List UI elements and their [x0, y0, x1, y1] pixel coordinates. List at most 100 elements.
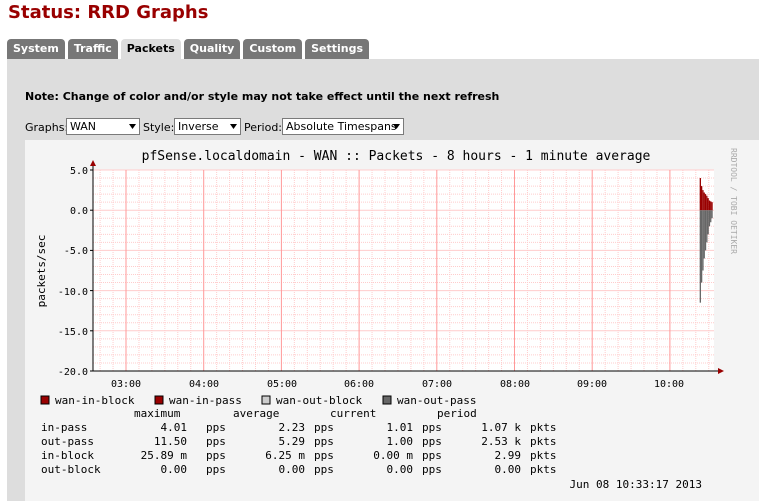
tab-traffic[interactable]: Traffic [67, 39, 118, 59]
in-pass-bar [702, 190, 704, 211]
stats-cell: pkts [530, 463, 557, 476]
stats-cell: pkts [530, 435, 557, 448]
in-pass-bar [707, 198, 709, 211]
stats-header: period [437, 407, 477, 420]
out-pass-bar [699, 210, 701, 303]
y-axis-label: packets/sec [35, 235, 48, 308]
in-pass-bar [703, 192, 705, 211]
stats-cell: pps [206, 463, 226, 476]
stats-table: maximum average current period [134, 407, 477, 420]
legend-label: wan-in-pass [169, 394, 242, 407]
stats-cell: 1.01 [387, 421, 414, 434]
chevron-down-icon [393, 124, 400, 129]
out-pass-bar [711, 210, 713, 219]
in-pass-bar [706, 195, 708, 211]
rrd-graph: pfSense.localdomain - WAN :: Packets - 8… [25, 140, 759, 501]
y-tick-label: 0.0 [70, 206, 88, 217]
graphs-select[interactable]: WAN [66, 118, 140, 135]
chevron-down-icon [230, 124, 237, 129]
tab-settings[interactable]: Settings [305, 39, 370, 59]
refresh-note: Note: Change of color and/or style may n… [25, 90, 500, 103]
x-tick-labels: 03:00 04:00 05:00 06:00 07:00 08:00 09:0… [111, 379, 684, 390]
legend-label: wan-out-block [276, 394, 362, 407]
period-select[interactable]: Absolute Timespans [282, 118, 404, 135]
chevron-down-icon [129, 124, 136, 129]
stats-cell: 4.01 [161, 421, 188, 434]
y-tick-label: -10.0 [58, 287, 88, 298]
in-pass-bar [711, 202, 713, 211]
stats-cell: 11.50 [154, 435, 187, 448]
stats-cell: out-pass [41, 435, 94, 448]
stats-cell: 25.89 m [141, 449, 188, 462]
in-pass-bar [708, 200, 711, 211]
tab-packets[interactable]: Packets [120, 39, 181, 60]
legend-swatch [382, 395, 392, 405]
rrdtool-watermark: RRDTOOL / TOBI OETIKER [729, 148, 738, 254]
tab-system[interactable]: System [7, 39, 65, 59]
graph-title: pfSense.localdomain - WAN :: Packets - 8… [142, 149, 651, 164]
style-label: Style: [143, 121, 175, 134]
x-tick-label: 09:00 [577, 379, 607, 390]
stats-cell: 0.00 [279, 463, 306, 476]
x-tick-label: 10:00 [654, 379, 684, 390]
out-pass-bar [704, 210, 707, 251]
y-tick-label: -5.0 [64, 246, 88, 257]
stats-header: average [233, 407, 279, 420]
in-pass-bar [699, 178, 701, 211]
graphs-label: Graphs: [25, 121, 69, 134]
stats-cell: 0.00 [387, 463, 414, 476]
stats-cell: pkts [530, 421, 557, 434]
stats-cell: pps [206, 435, 226, 448]
stats-cell: 2.53 k [481, 435, 521, 448]
legend-swatch [261, 395, 271, 405]
stats-cell: in-pass [41, 421, 87, 434]
in-pass-bar [700, 186, 703, 211]
stats-cell: pps [422, 449, 442, 462]
out-pass-bar [707, 210, 709, 235]
stats-cell: pps [314, 435, 334, 448]
out-pass-bar [703, 210, 705, 259]
style-select-value: Inverse [178, 120, 219, 133]
stats-cell: pps [206, 449, 226, 462]
tab-bar: System Traffic Packets Quality Custom Se… [7, 39, 372, 60]
stats-cell: pps [422, 463, 442, 476]
tab-custom[interactable]: Custom [243, 39, 303, 59]
y-tick-label: 5.0 [70, 166, 88, 177]
x-tick-label: 08:00 [500, 379, 530, 390]
x-tick-label: 04:00 [189, 379, 219, 390]
graphs-select-value: WAN [70, 120, 97, 133]
stats-cell: 1.07 k [481, 421, 521, 434]
rrd-graph-svg: pfSense.localdomain - WAN :: Packets - 8… [35, 148, 738, 491]
style-select[interactable]: Inverse [174, 118, 241, 135]
stats-cell: 2.99 [495, 449, 522, 462]
stats-cell: 0.00 m [373, 449, 413, 462]
period-label: Period: [244, 121, 283, 134]
stats-header: current [330, 407, 376, 420]
out-pass-bar [710, 210, 712, 223]
stats-cell: 2.23 [279, 421, 306, 434]
out-pass-bar [702, 210, 704, 271]
stats-cell: pps [422, 421, 442, 434]
tab-quality[interactable]: Quality [183, 39, 241, 59]
x-tick-label: 06:00 [344, 379, 374, 390]
stats-cell: 5.29 [279, 435, 306, 448]
page-title: Status: RRD Graphs [8, 2, 209, 23]
legend-swatch [154, 395, 164, 405]
x-tick-label: 05:00 [267, 379, 297, 390]
stats-cell: out-block [41, 463, 101, 476]
stats-cell: pps [314, 449, 334, 462]
stats-rows: in-pass 4.01 pps 2.23 pps 1.01 pps 1.07 k pkts ou… [41, 421, 557, 476]
in-pass-bar [704, 194, 707, 211]
out-pass-bar [700, 210, 703, 283]
x-axis-arrow-icon [718, 368, 724, 374]
y-tick-label: -20.0 [58, 367, 88, 378]
stats-cell: 0.00 [495, 463, 522, 476]
stats-cell: 0.00 [161, 463, 188, 476]
stats-cell: pps [206, 421, 226, 434]
in-pass-bar [710, 201, 712, 211]
x-tick-label: 07:00 [422, 379, 452, 390]
legend-label: wan-in-block [55, 394, 135, 407]
plot-area [93, 170, 714, 371]
legend-swatch [40, 395, 50, 405]
stats-cell: pps [314, 421, 334, 434]
